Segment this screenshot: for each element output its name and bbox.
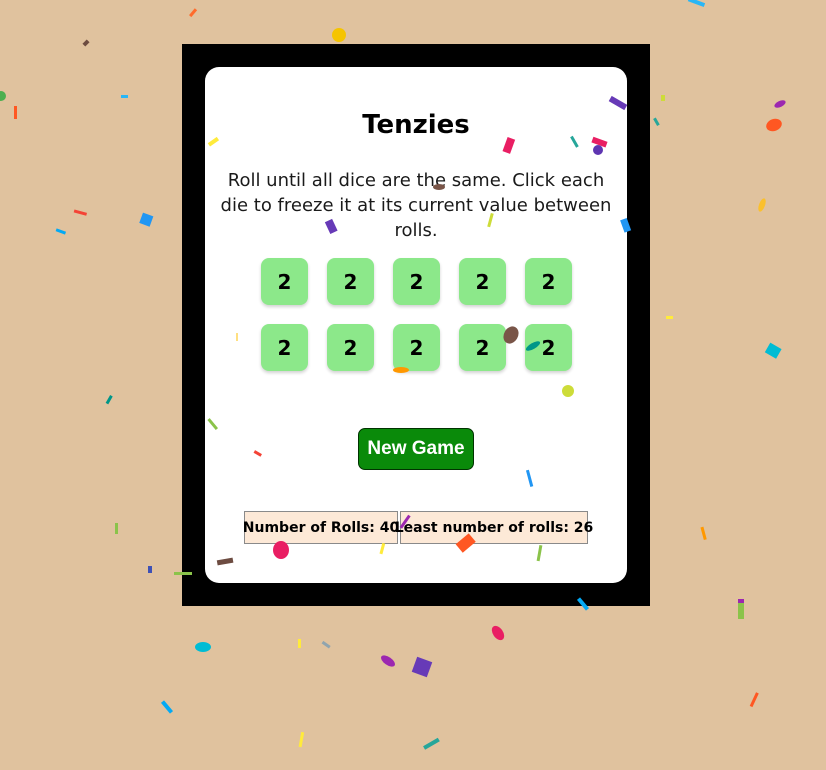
confetti-piece (139, 212, 154, 227)
confetti-piece (700, 526, 707, 541)
confetti-piece (661, 95, 665, 101)
confetti-piece (0, 91, 6, 101)
confetti-piece (298, 639, 301, 648)
rolls-counter: Number of Rolls: 40 (243, 511, 399, 544)
die[interactable]: 2 (459, 324, 506, 371)
die[interactable]: 2 (525, 324, 572, 371)
die[interactable]: 2 (327, 324, 374, 371)
page-title: Tenzies (362, 110, 470, 140)
confetti-piece (738, 600, 744, 619)
die[interactable]: 2 (459, 258, 506, 305)
die[interactable]: 2 (327, 258, 374, 305)
confetti-piece (774, 100, 786, 108)
instructions-text: Roll until all dice are the same. Click … (220, 170, 612, 241)
confetti-piece (321, 640, 331, 649)
die[interactable]: 2 (261, 324, 308, 371)
confetti-piece (749, 692, 759, 708)
confetti-piece (73, 209, 88, 216)
confetti-piece (298, 731, 305, 748)
confetti-piece (758, 198, 766, 212)
confetti-piece (160, 700, 174, 714)
confetti-piece (332, 28, 346, 42)
confetti-piece (738, 599, 744, 603)
confetti-piece (82, 39, 90, 47)
confetti-piece (195, 642, 211, 652)
confetti-piece (55, 228, 67, 235)
confetti-piece (381, 655, 395, 667)
confetti-piece (148, 566, 152, 573)
die[interactable]: 2 (525, 258, 572, 305)
die[interactable]: 2 (393, 258, 440, 305)
confetti-piece (115, 523, 118, 534)
confetti-piece (411, 656, 433, 678)
new-game-button[interactable]: New Game (358, 428, 474, 470)
die[interactable]: 2 (261, 258, 308, 305)
best-score: Least number of rolls: 26 (395, 511, 593, 544)
confetti-piece (121, 95, 128, 98)
dice-grid: 2 2 2 2 2 2 2 2 2 2 (261, 258, 573, 371)
confetti-piece (423, 737, 440, 750)
confetti-piece (491, 625, 505, 641)
confetti-piece (764, 342, 782, 359)
confetti-piece (666, 316, 673, 319)
confetti-piece (687, 0, 706, 7)
confetti-piece (189, 8, 198, 18)
confetti-piece (105, 395, 113, 405)
die[interactable]: 2 (393, 324, 440, 371)
